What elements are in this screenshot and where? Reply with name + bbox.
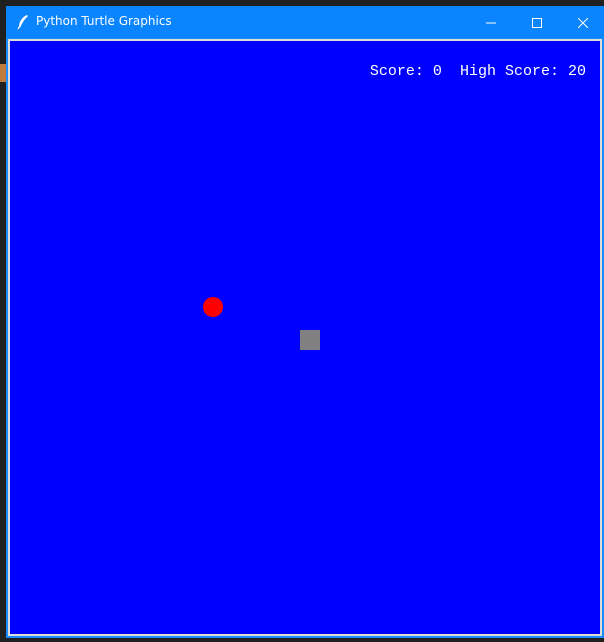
food-dot bbox=[203, 297, 223, 317]
minimize-button[interactable] bbox=[468, 6, 514, 38]
window-client-area: Score: 0 High Score: 20 bbox=[8, 39, 602, 636]
feather-icon bbox=[16, 14, 30, 30]
high-score-label: High Score: bbox=[459, 63, 559, 80]
score-label: Score: bbox=[369, 63, 424, 80]
maximize-button[interactable] bbox=[514, 6, 560, 38]
turtle-graphics-window: Python Turtle Graphics Score: 0 High Sco… bbox=[6, 6, 604, 638]
score-value: 0 bbox=[432, 63, 442, 80]
snake-head bbox=[300, 330, 320, 350]
minimize-icon bbox=[486, 13, 496, 32]
window-title: Python Turtle Graphics bbox=[36, 14, 172, 28]
scoreboard: Score: 0 High Score: 20 bbox=[370, 63, 586, 80]
close-button[interactable] bbox=[560, 6, 604, 38]
game-canvas[interactable]: Score: 0 High Score: 20 bbox=[10, 41, 600, 634]
maximize-icon bbox=[532, 13, 542, 32]
high-score-value: 20 bbox=[567, 63, 586, 80]
title-bar[interactable]: Python Turtle Graphics bbox=[6, 6, 604, 38]
close-icon bbox=[577, 13, 589, 32]
